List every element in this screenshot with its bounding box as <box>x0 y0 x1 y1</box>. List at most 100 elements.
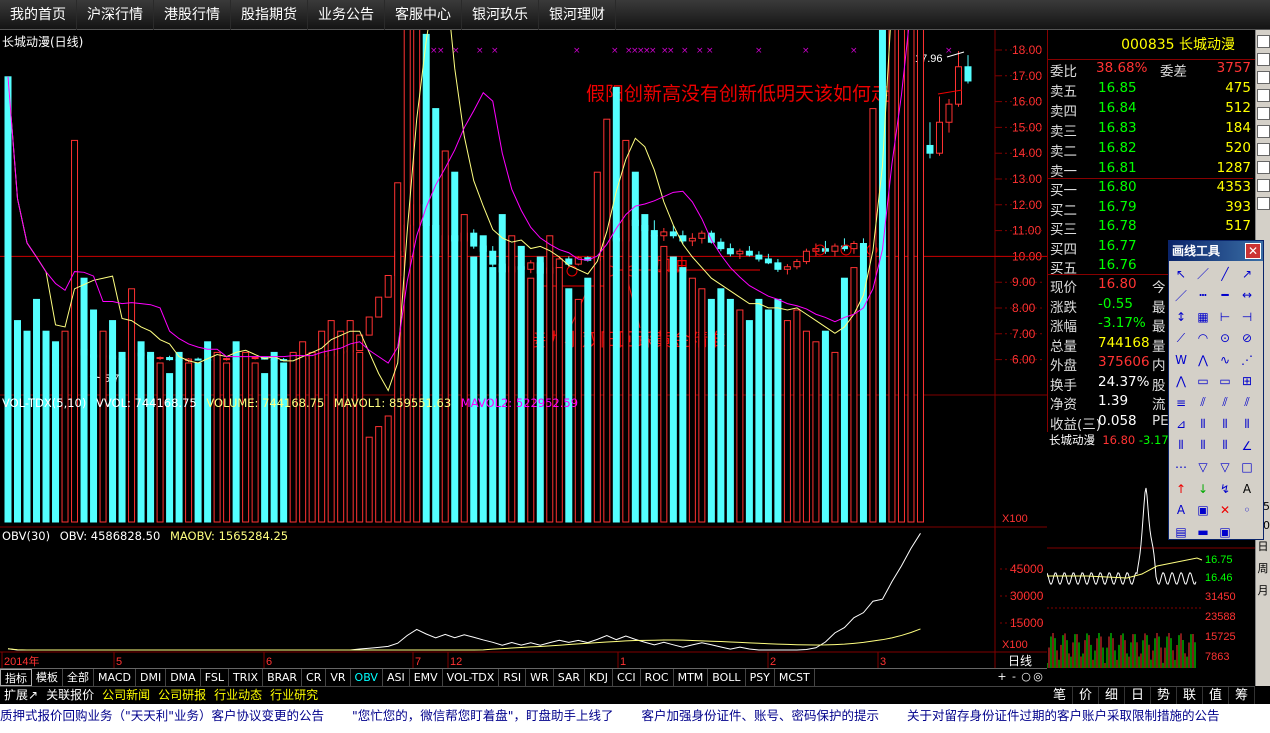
kline-chart[interactable]: 18.0017.0016.0015.0014.0013.0012.0011.00… <box>0 30 1047 668</box>
rectangle-icon[interactable]: □ <box>1237 458 1257 477</box>
wedge-icon[interactable]: ⊿ <box>1171 415 1191 434</box>
triangle-icon[interactable]: ▽ <box>1215 458 1235 477</box>
right-tab-3[interactable]: 日 <box>1125 687 1151 704</box>
line-icon[interactable]: ／ <box>1193 264 1213 283</box>
tab-fsl[interactable]: FSL <box>201 669 229 686</box>
angle-icon[interactable]: ∠ <box>1237 436 1257 455</box>
right-tab-0[interactable]: 笔 <box>1047 687 1073 704</box>
right-tab-4[interactable]: 势 <box>1151 687 1177 704</box>
close-icon[interactable]: ✕ <box>1245 243 1261 259</box>
period-label[interactable]: 日线 <box>1008 654 1032 668</box>
dot-icon[interactable]: ◦ <box>1237 501 1257 520</box>
tab-sar[interactable]: SAR <box>554 669 586 686</box>
horizontal-line-icon[interactable]: ━ <box>1215 286 1235 305</box>
tab-control-1[interactable]: - <box>1008 668 1020 686</box>
ticker-item-1[interactable]: "您忙您的，微信帮您盯着盘"，盯盘助手上线了 <box>352 708 614 723</box>
nav-item-5[interactable]: 客服中心 <box>385 0 462 30</box>
ruler-icon[interactable]: ▬ <box>1193 522 1213 541</box>
tab-模板[interactable]: 模板 <box>32 669 63 686</box>
down-triangle-icon[interactable]: ▽ <box>1193 458 1213 477</box>
level-icon[interactable]: ≡ <box>1171 393 1191 412</box>
ticker-item-3[interactable]: 关于对留存身份证件过期的客户账户采取限制措施的公告 <box>907 708 1220 723</box>
nav-item-7[interactable]: 银河理财 <box>539 0 616 30</box>
side-tool-icon[interactable] <box>1257 161 1270 174</box>
delete-icon[interactable]: ✕ <box>1215 501 1235 520</box>
info-tab-2[interactable]: 公司新闻 <box>98 687 154 704</box>
segment-icon[interactable]: ／ <box>1171 286 1191 305</box>
right-tab-7[interactable]: 筹 <box>1229 687 1255 704</box>
tab-vr[interactable]: VR <box>326 669 351 686</box>
text-icon[interactable]: A <box>1237 479 1257 498</box>
drawing-tools-titlebar[interactable]: 画线工具 ✕ <box>1169 241 1263 261</box>
side-tool-icon[interactable] <box>1257 179 1270 192</box>
info-tab-3[interactable]: 公司研报 <box>154 687 210 704</box>
down-arrow-icon[interactable]: ↓ <box>1193 479 1213 498</box>
peak-icon[interactable]: ⋀ <box>1193 350 1213 369</box>
fib5-icon[interactable]: ⦀ <box>1193 436 1213 455</box>
info-tab-4[interactable]: 行业动态 <box>210 687 266 704</box>
blank-icon[interactable] <box>1237 522 1257 541</box>
list-icon[interactable]: ▤ <box>1171 522 1191 541</box>
grid-icon[interactable]: ▦ <box>1193 307 1213 326</box>
fan2-icon[interactable]: ⫽ <box>1215 393 1235 412</box>
info-tab-0[interactable]: 扩展↗ <box>0 687 42 704</box>
tab-mcst[interactable]: MCST <box>775 669 815 686</box>
tab-rsi[interactable]: RSI <box>499 669 527 686</box>
tab-指标[interactable]: 指标 <box>0 669 32 686</box>
parallel-icon[interactable]: ⊢ <box>1215 307 1235 326</box>
side-label[interactable]: 月 <box>1256 582 1270 598</box>
side-tool-icon[interactable] <box>1257 35 1270 48</box>
right-tab-6[interactable]: 值 <box>1203 687 1229 704</box>
right-tab-5[interactable]: 联 <box>1177 687 1203 704</box>
circle-icon[interactable]: ⊙ <box>1215 329 1235 348</box>
tab-roc[interactable]: ROC <box>641 669 674 686</box>
wave-icon[interactable]: W <box>1171 350 1191 369</box>
tab-cci[interactable]: CCI <box>613 669 641 686</box>
tab-control-0[interactable]: + <box>996 668 1008 686</box>
side-tool-icon[interactable] <box>1257 125 1270 138</box>
tab-dma[interactable]: DMA <box>166 669 201 686</box>
nav-item-3[interactable]: 股指期货 <box>231 0 308 30</box>
side-tool-icon[interactable] <box>1257 53 1270 66</box>
step-icon[interactable]: ⋰ <box>1237 350 1257 369</box>
pointer-icon[interactable]: ↖ <box>1171 264 1191 283</box>
nav-item-0[interactable]: 我的首页 <box>0 0 77 30</box>
tab-asi[interactable]: ASI <box>383 669 410 686</box>
fib4-icon[interactable]: ⦀ <box>1171 436 1191 455</box>
arrow-line-icon[interactable]: ↗ <box>1237 264 1257 283</box>
arc-icon[interactable]: ◠ <box>1193 329 1213 348</box>
tab-cr[interactable]: CR <box>302 669 327 686</box>
fan3-icon[interactable]: ⫽ <box>1237 393 1257 412</box>
right-tab-1[interactable]: 价 <box>1073 687 1099 704</box>
right-tab-2[interactable]: 细 <box>1099 687 1125 704</box>
save-icon[interactable]: ▣ <box>1215 522 1235 541</box>
v-line-icon[interactable]: ↕ <box>1171 307 1191 326</box>
side-tool-icon[interactable] <box>1257 143 1270 156</box>
drawing-tools-panel[interactable]: 画线工具 ✕ ↖ ／ ╱ ↗ ／ ┅ ━ ↔ ↕ ▦ ⊢ ⊣ ⟋ ◠ ⊙ ⊘ W ⋀ ∿ ⋰ ⋀ ▭ ▭ ⊞ ≡ ⫽ ⫽ ⫽ ⊿ ⦀ ⦀ ⦀ ⦀ ⦀… <box>1168 240 1264 540</box>
tab-obv[interactable]: OBV <box>351 669 383 686</box>
fill-icon[interactable]: ▣ <box>1193 501 1213 520</box>
tab-emv[interactable]: EMV <box>410 669 443 686</box>
h-arrow-icon[interactable]: ↔ <box>1237 286 1257 305</box>
tab-boll[interactable]: BOLL <box>708 669 746 686</box>
fib-icon[interactable]: ⦀ <box>1193 415 1213 434</box>
side-tool-icon[interactable] <box>1257 89 1270 102</box>
curve-icon[interactable]: ∿ <box>1215 350 1235 369</box>
side-tool-icon[interactable] <box>1257 71 1270 84</box>
tab-trix[interactable]: TRIX <box>229 669 264 686</box>
box-icon[interactable]: ▭ <box>1193 372 1213 391</box>
up-arrow-icon[interactable]: ↑ <box>1171 479 1191 498</box>
nav-item-6[interactable]: 银河玖乐 <box>462 0 539 30</box>
tab-kdj[interactable]: KDJ <box>585 669 613 686</box>
tab-psy[interactable]: PSY <box>746 669 775 686</box>
tab-dmi[interactable]: DMI <box>136 669 167 686</box>
tab-mtm[interactable]: MTM <box>674 669 709 686</box>
range-icon[interactable]: ▭ <box>1215 372 1235 391</box>
trend-icon[interactable]: ⟋ <box>1171 329 1191 348</box>
fib3-icon[interactable]: ⦀ <box>1237 415 1257 434</box>
text-style-icon[interactable]: A <box>1171 501 1191 520</box>
tab-vol-tdx[interactable]: VOL-TDX <box>443 669 500 686</box>
dots-icon[interactable]: ⋯ <box>1171 458 1191 477</box>
dash-line-icon[interactable]: ┅ <box>1193 286 1213 305</box>
fib2-icon[interactable]: ⦀ <box>1215 415 1235 434</box>
